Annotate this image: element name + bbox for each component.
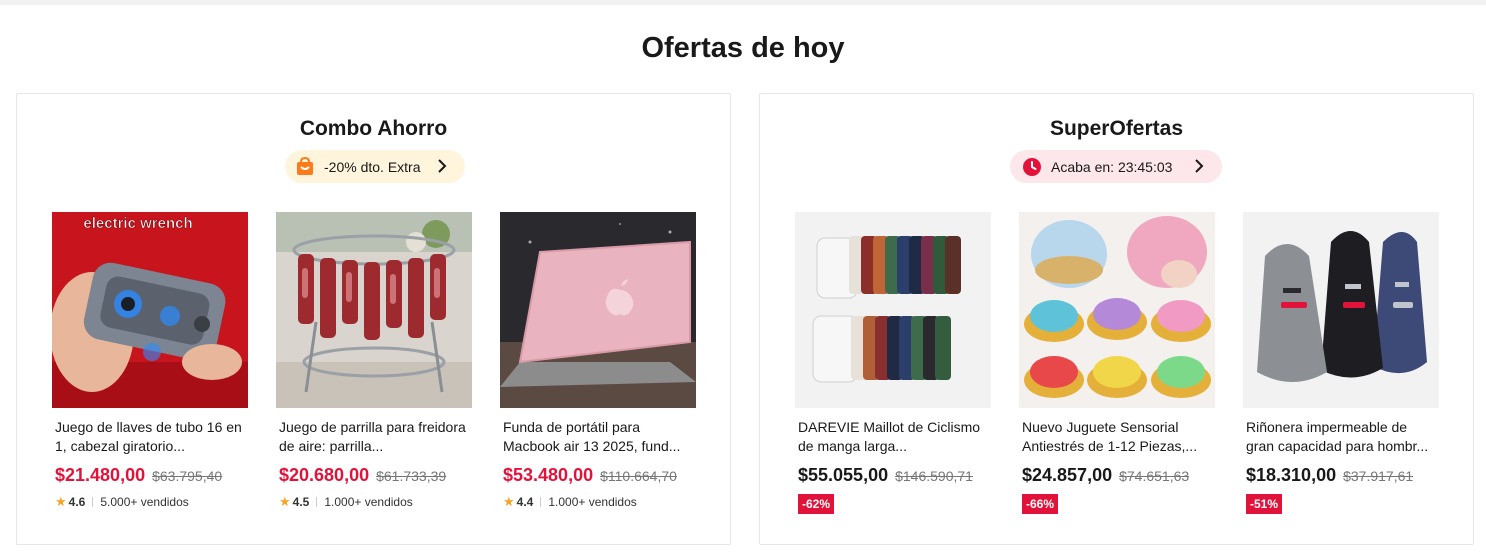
sold-count: 5.000+ vendidos	[100, 495, 189, 509]
product-price: $20.680,00	[279, 465, 370, 485]
product-image-sensory-toy[interactable]	[1019, 212, 1215, 408]
superofertas-panel: SuperOfertas Acaba en: 23:45:03 DAREVIE …	[759, 93, 1474, 545]
product-title[interactable]: Juego de llaves de tubo 16 en 1, cabezal…	[52, 418, 248, 456]
product-title[interactable]: Nuevo Juguete Sensorial Antiestrés de 1-…	[1019, 418, 1215, 456]
star-icon: ★	[55, 494, 67, 509]
combo-ahorro-panel: Combo Ahorro -20% dto. Extra electric wr…	[16, 93, 731, 545]
product-rating: 4.4	[516, 495, 534, 509]
product-card[interactable]: DAREVIE Maillot de Ciclismo de manga lar…	[795, 212, 991, 514]
product-price: $55.055,00	[798, 465, 889, 485]
top-divider	[0, 0, 1486, 5]
chevron-right-icon	[435, 158, 449, 174]
meta-divider	[540, 497, 542, 507]
section-title: Ofertas de hoy	[641, 32, 845, 64]
original-price: $146.590,71	[895, 468, 973, 484]
product-title[interactable]: Juego de parrilla para freidora de aire:…	[276, 418, 472, 456]
discount-badge: -62%	[798, 494, 835, 514]
product-price: $53.480,00	[503, 465, 594, 485]
product-card[interactable]: Nuevo Juguete Sensorial Antiestrés de 1-…	[1019, 212, 1215, 514]
original-price: $110.664,70	[600, 468, 677, 484]
meta-divider	[92, 497, 94, 507]
product-rating: 4.6	[68, 495, 86, 509]
shopping-bag-icon	[295, 156, 315, 177]
sold-count: 1.000+ vendidos	[548, 495, 637, 509]
product-price: $21.480,00	[55, 465, 146, 485]
combo-ahorro-title[interactable]: Combo Ahorro	[17, 117, 730, 141]
sold-count: 1.000+ vendidos	[324, 495, 413, 509]
original-price: $37.917,61	[1343, 468, 1414, 484]
product-image-wrench[interactable]: electric wrench	[52, 212, 248, 408]
product-title[interactable]: DAREVIE Maillot de Ciclismo de manga lar…	[795, 418, 991, 456]
product-image-cycling-jerseys[interactable]	[795, 212, 991, 408]
product-title[interactable]: Riñonera impermeable de gran capacidad p…	[1243, 418, 1439, 456]
wrench-image-text: electric wrench	[83, 215, 192, 232]
product-card[interactable]: electric wrench Juego de llaves de tubo …	[52, 212, 248, 510]
product-image-laptop-case[interactable]	[500, 212, 696, 408]
superofertas-title[interactable]: SuperOfertas	[760, 117, 1473, 141]
product-card[interactable]: Funda de portátil para Macbook air 13 20…	[500, 212, 696, 510]
star-icon: ★	[279, 494, 291, 509]
product-price: $18.310,00	[1246, 465, 1337, 485]
product-image-grill-rack[interactable]	[276, 212, 472, 408]
meta-divider	[316, 497, 318, 507]
discount-badge: -51%	[1246, 494, 1283, 514]
clock-icon	[1022, 157, 1042, 177]
discount-badge: -66%	[1022, 494, 1059, 514]
countdown-label: Acaba en: 23:45:03	[1051, 158, 1173, 175]
product-rating: 4.5	[292, 495, 310, 509]
extra-discount-label: -20% dto. Extra	[324, 158, 421, 175]
extra-discount-pill[interactable]: -20% dto. Extra	[285, 150, 465, 183]
chevron-right-icon	[1192, 158, 1206, 174]
star-icon: ★	[503, 494, 515, 509]
original-price: $74.651,63	[1119, 468, 1190, 484]
product-card[interactable]: Juego de parrilla para freidora de aire:…	[276, 212, 472, 510]
product-title[interactable]: Funda de portátil para Macbook air 13 20…	[500, 418, 696, 456]
superofertas-product-list: DAREVIE Maillot de Ciclismo de manga lar…	[795, 212, 1467, 514]
product-image-sling-bag[interactable]	[1243, 212, 1439, 408]
product-card[interactable]: Riñonera impermeable de gran capacidad p…	[1243, 212, 1439, 514]
combo-product-list: electric wrench Juego de llaves de tubo …	[52, 212, 724, 510]
product-price: $24.857,00	[1022, 465, 1113, 485]
original-price: $63.795,40	[152, 468, 223, 484]
original-price: $61.733,39	[376, 468, 447, 484]
countdown-pill[interactable]: Acaba en: 23:45:03	[1010, 150, 1222, 183]
